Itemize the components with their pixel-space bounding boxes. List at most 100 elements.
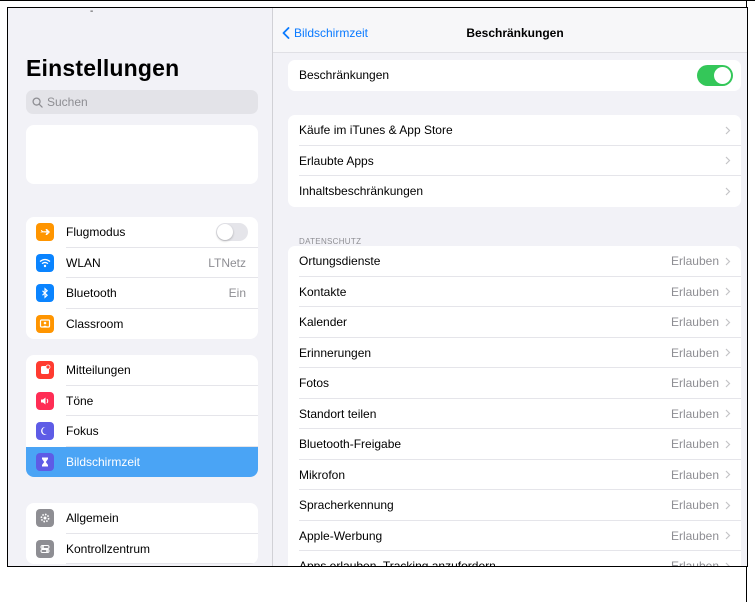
gear-icon (36, 509, 54, 528)
sidebar-item-label: Classroom (66, 316, 124, 331)
chevron-right-icon (725, 531, 731, 540)
privacy-row-value: Erlauben (670, 254, 719, 269)
chevron-right-icon (725, 379, 731, 388)
privacy-row-label: Kontakte (299, 284, 347, 299)
privacy-row[interactable]: Apple-Werbung Erlauben (288, 521, 741, 551)
privacy-row-label: Apps erlauben, Tracking anzufordern (299, 559, 671, 566)
search-field[interactable]: Suchen (26, 90, 258, 114)
chevron-right-icon (725, 562, 731, 566)
privacy-row-label: Ortungsdienste (299, 254, 381, 269)
chevron-right-icon (725, 187, 731, 196)
privacy-row[interactable]: Fotos Erlauben (288, 368, 741, 399)
sidebar-group-connectivity: Flugmodus WLAN LTNetz Bluetooth Ein Clas… (26, 217, 258, 339)
bluetooth-status-value: Ein (228, 286, 246, 301)
chevron-right-icon (725, 156, 731, 165)
privacy-row-label: Erinnerungen (299, 345, 372, 360)
privacy-row-value: Erlauben (670, 315, 719, 330)
restrictions-label: Beschränkungen (299, 68, 390, 83)
sidebar-item-label: Bildschirmzeit (66, 454, 141, 469)
sidebar-item-bluetooth[interactable]: Bluetooth Ein (26, 278, 258, 309)
privacy-card: Ortungsdienste Erlauben Kontakte Erlauben Ka… (288, 246, 741, 566)
privacy-row-value: Erlauben (670, 376, 719, 391)
privacy-row-value: Erlauben (670, 345, 719, 360)
privacy-row-label: Standort teilen (299, 406, 377, 421)
sidebar-group-general: Allgemein Kontrollzentrum (26, 503, 258, 564)
sidebar-item-kontrollzentrum[interactable]: Kontrollzentrum (26, 534, 258, 564)
privacy-row-label: Bluetooth-Freigabe (299, 437, 402, 452)
navigation-bar: Bildschirmzeit Beschränkungen (273, 8, 747, 53)
content-settings-card: Käufe im iTunes & App Store Erlaubte App… (288, 115, 741, 207)
privacy-row-value: Erlauben (670, 406, 719, 421)
window-top-border (0, 0, 755, 1)
sound-icon (36, 391, 54, 410)
list-item-erlaubte-apps[interactable]: Erlaubte Apps (288, 146, 741, 176)
sidebar-item-label: Kontrollzentrum (66, 541, 151, 556)
list-item-label: Inhaltsbeschränkungen (299, 184, 424, 199)
chevron-right-icon (725, 348, 731, 357)
wlan-network-value: LTNetz (208, 255, 246, 270)
privacy-row[interactable]: Ortungsdienste Erlauben (288, 246, 741, 277)
privacy-row-label: Apple-Werbung (299, 528, 383, 543)
privacy-row-label: Mikrofon (299, 467, 346, 482)
privacy-row[interactable]: Kalender Erlauben (288, 307, 741, 338)
list-item-inhaltsbeschraenkungen[interactable]: Inhaltsbeschränkungen (288, 176, 741, 207)
privacy-section-header: DATENSCHUTZ (299, 237, 362, 246)
sidebar-item-allgemein[interactable]: Allgemein (26, 503, 258, 534)
restrictions-toggle[interactable] (697, 64, 733, 86)
privacy-row-value: Erlauben (670, 528, 719, 543)
moon-icon (36, 422, 54, 441)
chevron-right-icon (725, 257, 731, 266)
sidebar-item-classroom[interactable]: Classroom (26, 309, 258, 340)
chevron-right-icon (725, 126, 731, 135)
search-placeholder: Suchen (47, 95, 88, 109)
chevron-right-icon (725, 470, 731, 479)
search-icon (32, 96, 43, 108)
bluetooth-icon (36, 284, 54, 303)
privacy-row-value: Erlauben (670, 437, 719, 452)
privacy-row-label: Fotos (299, 376, 330, 391)
sidebar-item-mitteilungen[interactable]: Mitteilungen (26, 355, 258, 386)
sidebar-item-label: Allgemein (66, 511, 119, 526)
sidebar-item-flugmodus[interactable]: Flugmodus (26, 217, 258, 248)
sidebar-item-bildschirmzeit[interactable]: Bildschirmzeit (26, 446, 258, 477)
sidebar-item-label: WLAN (66, 255, 101, 270)
sidebar-group-notifications: Mitteilungen Töne Fokus Bildschirmzeit (26, 355, 258, 477)
sidebar-item-fokus[interactable]: Fokus (26, 416, 258, 447)
classroom-icon (36, 314, 54, 333)
apple-id-card[interactable] (26, 125, 258, 184)
sidebar-item-toene[interactable]: Töne (26, 386, 258, 416)
privacy-row[interactable]: Kontakte Erlauben (288, 277, 741, 307)
privacy-row-value: Erlauben (670, 467, 719, 482)
sidebar-item-label: Mitteilungen (66, 363, 131, 378)
privacy-row[interactable]: Mikrofon Erlauben (288, 460, 741, 490)
list-item-label: Käufe im iTunes & App Store (299, 123, 453, 138)
privacy-row[interactable]: Bluetooth-Freigabe Erlauben (288, 429, 741, 460)
sidebar-item-wlan[interactable]: WLAN LTNetz (26, 248, 258, 278)
privacy-row-label: Spracherkennung (299, 498, 394, 513)
airplane-mode-toggle[interactable] (216, 223, 248, 242)
hourglass-icon (36, 452, 54, 471)
airplane-icon (36, 223, 54, 242)
control-center-icon (36, 539, 54, 558)
chevron-right-icon (725, 409, 731, 418)
list-item-kaeufe[interactable]: Käufe im iTunes & App Store (288, 115, 741, 146)
privacy-row[interactable]: Apps erlauben, Tracking anzufordernErlau… (288, 551, 741, 566)
chevron-right-icon (725, 287, 731, 296)
page-title: Beschränkungen (466, 26, 564, 40)
chevron-right-icon (725, 318, 731, 327)
privacy-row-value: Erlauben (671, 559, 719, 566)
sidebar-item-label: Bluetooth (66, 286, 117, 301)
chevron-right-icon (725, 501, 731, 510)
privacy-row-value: Erlauben (670, 498, 719, 513)
restrictions-row: Beschränkungen (288, 60, 741, 91)
restrictions-card: Beschränkungen (288, 60, 741, 91)
privacy-row[interactable]: Erinnerungen Erlauben (288, 338, 741, 368)
wifi-icon (36, 253, 54, 272)
list-item-label: Erlaubte Apps (299, 153, 374, 168)
settings-window: - Einstellungen Suchen Flugmodus WLAN LT… (7, 7, 748, 567)
sidebar-item-label: Töne (66, 393, 94, 408)
notifications-icon (36, 361, 54, 380)
privacy-row[interactable]: Standort teilen Erlauben (288, 399, 741, 429)
privacy-row[interactable]: Spracherkennung Erlauben (288, 490, 741, 521)
privacy-row-value: Erlauben (670, 284, 719, 299)
